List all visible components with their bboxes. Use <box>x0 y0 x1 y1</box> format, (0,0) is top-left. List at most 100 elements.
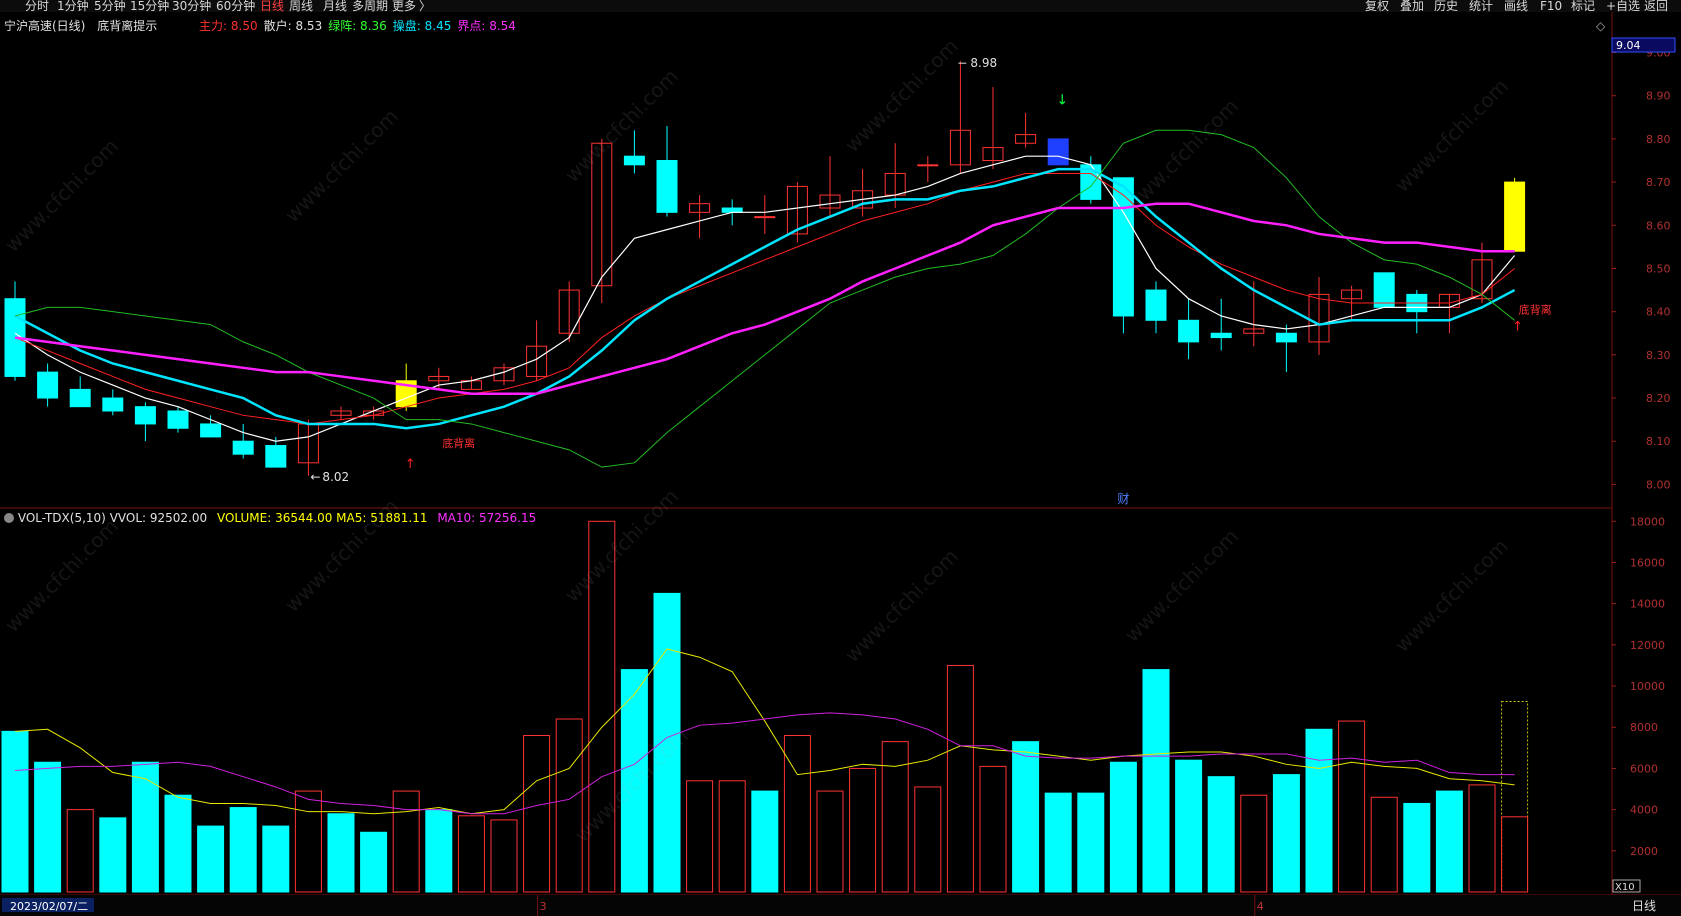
toolbar-btn-6[interactable]: 标记 <box>1571 0 1595 12</box>
low-label: 8.02 <box>322 470 349 484</box>
period-tab-5[interactable]: 60分钟 <box>216 0 255 12</box>
vol-bar <box>946 664 974 893</box>
price-panel-header: 宁沪高速(日线) 底背离提示 主力: 8.50 散户: 8.53 绿阵: 8.36 操… <box>4 17 522 34</box>
candle-body <box>656 160 678 213</box>
candle-body <box>1145 289 1167 321</box>
toolbar-btn-2[interactable]: 历史 <box>1434 0 1458 12</box>
signal-text-1: 底背离 <box>442 436 475 450</box>
indicator-4: 界点: 8.54 <box>457 19 516 33</box>
vol-bar <box>1077 792 1105 893</box>
candle-body <box>102 397 124 412</box>
vol-tick-label-0: 2000 <box>1630 845 1658 858</box>
vol-bar <box>1435 790 1463 893</box>
vol-bar <box>1012 741 1040 893</box>
toolbar-btn-3[interactable]: 统计 <box>1469 0 1493 12</box>
vol-bar <box>360 831 388 893</box>
vol-tick-label-8: 18000 <box>1630 515 1665 528</box>
candle-body <box>1178 319 1200 343</box>
indicator-name[interactable]: 底背离提示 <box>97 19 157 33</box>
vol-bar <box>1142 669 1170 893</box>
period-tab-6[interactable]: 日线 <box>260 0 284 12</box>
candle-body <box>1047 138 1069 166</box>
vol-tick-label-3: 8000 <box>1630 721 1658 734</box>
vvol-value: VVOL: 92502.00 <box>109 511 208 525</box>
vol-bar <box>1044 792 1072 893</box>
toolbar-btn-1[interactable]: 叠加 <box>1400 0 1424 12</box>
status-bar <box>0 895 1681 916</box>
period-tab-7[interactable]: 周线 <box>289 0 313 12</box>
low-arrow: ← <box>310 470 320 484</box>
candle-body <box>754 216 776 219</box>
candle-body <box>917 164 939 167</box>
volume-panel-header: VOL-TDX(5,10) VVOL: 92502.00 VOLUME: 365… <box>4 511 536 525</box>
period-tab-9[interactable]: 多周期 <box>352 0 388 12</box>
month-label-3: 3 <box>540 900 547 913</box>
vol-bar <box>392 790 420 893</box>
vol-bar <box>523 734 551 893</box>
candle-body <box>37 371 59 399</box>
vol-projected-bar <box>1501 701 1529 893</box>
price-tick-label-1: 8.10 <box>1646 435 1671 448</box>
period-tab-10[interactable]: 更多 <box>392 0 416 12</box>
more-arrow-icon[interactable]: 〉 <box>419 0 431 12</box>
indicator-values: 主力: 8.50 散户: 8.53 绿阵: 8.36 操盘: 8.45 界点: 8.54 <box>199 19 522 33</box>
toolbar-btn-7[interactable]: +自选 <box>1606 0 1640 12</box>
toolbar-btn-5[interactable]: F10 <box>1540 0 1562 12</box>
ma-line-3 <box>14 129 1515 468</box>
vol-bar <box>914 786 942 893</box>
scale-label: X10 <box>1615 882 1635 893</box>
period-tab-4[interactable]: 30分钟 <box>172 0 211 12</box>
vol-bar <box>555 718 583 893</box>
period-tab-8[interactable]: 月线 <box>323 0 347 12</box>
price-tick-label-0: 8.00 <box>1646 478 1671 491</box>
candle-body <box>1373 272 1395 308</box>
toolbar-btn-4[interactable]: 画线 <box>1504 0 1528 12</box>
vol-bar <box>197 825 225 893</box>
vol-bar <box>816 790 844 893</box>
vol-tick-label-7: 16000 <box>1630 556 1665 569</box>
vol-bar <box>1207 776 1235 893</box>
indicator-2: 绿阵: 8.36 <box>328 19 387 33</box>
price-tick-label-2: 8.20 <box>1646 392 1671 405</box>
chart-canvas[interactable]: 8.00 8.10 8.20 8.30 8.40 8.50 8.60 8.70 8.80 8.90… <box>0 0 1681 916</box>
current-price-label: 9.04 <box>1616 39 1641 52</box>
vol-bar <box>164 794 192 893</box>
period-tab-1[interactable]: 1分钟 <box>57 0 89 12</box>
volume-title[interactable]: VOL-TDX(5,10) <box>18 511 106 525</box>
candle-body <box>69 388 91 408</box>
period-tab-0[interactable]: 分时 <box>25 0 49 12</box>
vol-bar <box>457 815 485 893</box>
price-tick-label-7: 8.70 <box>1646 176 1671 189</box>
diamond-icon: ◇ <box>1596 19 1606 33</box>
vol-bar <box>979 765 1007 893</box>
vol-bar <box>490 819 518 893</box>
toolbar-btn-0[interactable]: 复权 <box>1365 0 1389 12</box>
candle-body <box>1210 332 1232 339</box>
price-tick-label-8: 8.80 <box>1646 133 1671 146</box>
toolbar-btn-8[interactable]: 返回 <box>1644 0 1668 12</box>
candle-body <box>167 410 189 429</box>
price-tick-label-4: 8.40 <box>1646 306 1671 319</box>
vol-bar <box>751 790 779 893</box>
vol-tick-label-2: 6000 <box>1630 762 1658 775</box>
vol-bar <box>327 813 355 893</box>
candle-body <box>232 440 254 455</box>
vol-bar <box>1240 794 1268 893</box>
indicator-1: 散户: 8.53 <box>263 19 323 33</box>
period-tab-3[interactable]: 15分钟 <box>130 0 169 12</box>
vol-bar <box>1109 761 1137 893</box>
month-label-4: 4 <box>1257 900 1264 913</box>
vol-bar <box>294 790 322 893</box>
volume-collapse-icon[interactable] <box>4 513 14 523</box>
vol-tick-label-5: 12000 <box>1630 639 1665 652</box>
vol-bar <box>34 761 62 893</box>
vol-bar <box>1338 720 1366 893</box>
indicator-3: 操盘: 8.45 <box>392 19 452 33</box>
price-tick-label-5: 8.50 <box>1646 262 1671 275</box>
bottom-period: 日线 <box>1632 899 1656 913</box>
period-tab-2[interactable]: 5分钟 <box>94 0 126 12</box>
signal-arrow-2: ↑ <box>1512 320 1523 335</box>
vol-partial-bar <box>1501 816 1529 893</box>
vol-bar <box>1175 759 1203 893</box>
stock-name[interactable]: 宁沪高速(日线) <box>4 19 85 33</box>
